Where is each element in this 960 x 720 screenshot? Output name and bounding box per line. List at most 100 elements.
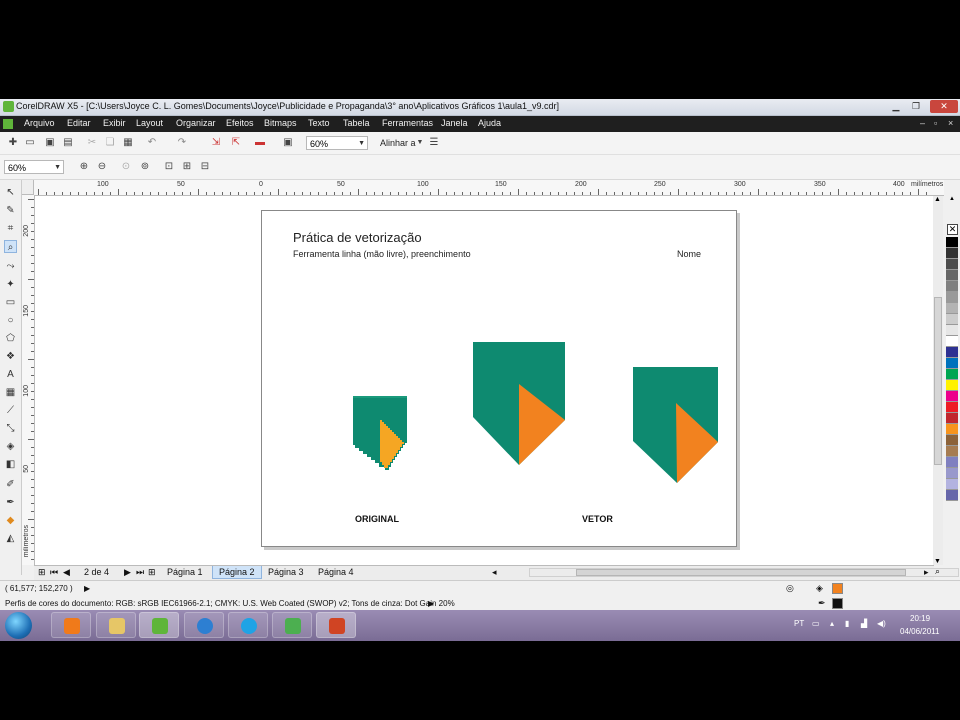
- coreldraw-app-icon[interactable]: [3, 101, 14, 112]
- color-swatch[interactable]: [946, 369, 958, 380]
- import-icon[interactable]: ⇲: [210, 137, 222, 149]
- document-page[interactable]: Prática de vetorização Ferramenta linha …: [261, 210, 737, 547]
- shape-tool-icon[interactable]: ✎: [4, 204, 17, 217]
- color-swatch[interactable]: [946, 468, 958, 479]
- menu-arquivo[interactable]: Arquivo: [24, 118, 55, 128]
- undo-icon[interactable]: ↶: [146, 137, 158, 149]
- language-indicator[interactable]: PT: [794, 619, 804, 628]
- color-swatch[interactable]: [946, 237, 958, 248]
- horizontal-scrollbar-thumb[interactable]: [576, 569, 906, 576]
- maximize-button[interactable]: ❐: [906, 100, 926, 113]
- zoom-out-icon[interactable]: ⊖: [96, 161, 108, 173]
- taskbar-internet-explorer[interactable]: [184, 612, 224, 638]
- redo-icon[interactable]: ↷: [176, 137, 188, 149]
- clock-time[interactable]: 20:19: [910, 614, 930, 623]
- signal-icon[interactable]: ▟: [861, 619, 867, 628]
- menu-texto[interactable]: Texto: [308, 118, 330, 128]
- vector-shape-large[interactable]: [473, 342, 565, 465]
- color-profile-text[interactable]: Perfis de cores do documento: RGB: sRGB …: [5, 599, 455, 608]
- horizontal-ruler[interactable]: 100 50 0 50 100 150 200 250 300 350 400 …: [34, 180, 944, 196]
- tray-arrow-icon[interactable]: ▴: [830, 619, 834, 628]
- color-swatch[interactable]: [946, 325, 958, 336]
- zoom-all-objects-icon[interactable]: ⊚: [139, 161, 151, 173]
- network-icon[interactable]: ▮: [845, 619, 849, 628]
- menu-exibir[interactable]: Exibir: [103, 118, 126, 128]
- color-swatch[interactable]: [946, 303, 958, 314]
- close-button[interactable]: ✕: [930, 100, 958, 113]
- parallel-dimension-tool-icon[interactable]: ⟋: [4, 404, 17, 417]
- menu-janela[interactable]: Janela: [441, 118, 468, 128]
- align-to-label[interactable]: Alinhar a: [380, 138, 416, 148]
- color-profile-arrow-icon[interactable]: ▶: [428, 599, 434, 608]
- polygon-tool-icon[interactable]: ⬠: [4, 332, 17, 345]
- tab-pagina-3[interactable]: Página 3: [262, 566, 310, 579]
- vertical-scrollbar[interactable]: ▲ ▼: [933, 196, 943, 565]
- vertical-scrollbar-thumb[interactable]: [934, 297, 942, 465]
- ruler-origin[interactable]: [22, 180, 34, 195]
- menu-tabela[interactable]: Tabela: [343, 118, 370, 128]
- color-swatch[interactable]: [946, 292, 958, 303]
- last-page-icon[interactable]: ⏭: [136, 567, 144, 578]
- drawing-canvas[interactable]: Prática de vetorização Ferramenta linha …: [35, 196, 933, 565]
- cut-icon[interactable]: ✂: [86, 137, 98, 149]
- application-launcher-icon[interactable]: ▬: [254, 137, 266, 149]
- open-folder-icon[interactable]: ▭: [24, 137, 36, 149]
- table-tool-icon[interactable]: ▦: [4, 386, 17, 399]
- color-swatch[interactable]: [946, 457, 958, 468]
- keyboard-icon[interactable]: ▭: [812, 619, 820, 628]
- freehand-tool-icon[interactable]: ⤳: [4, 260, 17, 273]
- taskbar-messenger[interactable]: [272, 612, 312, 638]
- tab-pagina-4[interactable]: Página 4: [312, 566, 360, 579]
- welcome-screen-icon[interactable]: ▣: [282, 137, 294, 149]
- no-color-swatch-icon[interactable]: ✕: [947, 224, 958, 235]
- coords-arrow-icon[interactable]: ▶: [84, 584, 90, 593]
- fill-color-indicator[interactable]: [832, 583, 843, 594]
- vertical-ruler[interactable]: 200 150 100 50 milímetros: [22, 195, 35, 565]
- menu-bitmaps[interactable]: Bitmaps: [264, 118, 297, 128]
- color-swatch[interactable]: [946, 259, 958, 270]
- smart-fill-tool-icon[interactable]: ✦: [4, 278, 17, 291]
- navigator-zoom-icon[interactable]: ⌕: [935, 566, 940, 577]
- taskbar-skype[interactable]: [228, 612, 268, 638]
- taskbar-media-player[interactable]: [51, 612, 91, 638]
- paste-icon[interactable]: ▦: [122, 137, 134, 149]
- basic-shapes-tool-icon[interactable]: ❖: [4, 350, 17, 363]
- color-swatch[interactable]: [946, 435, 958, 446]
- pick-tool-icon[interactable]: ↖: [4, 186, 17, 199]
- volume-icon[interactable]: ◀): [877, 619, 886, 628]
- rectangle-tool-icon[interactable]: ▭: [4, 296, 17, 309]
- text-tool-icon[interactable]: A: [4, 368, 17, 381]
- vector-shape-traced[interactable]: [633, 367, 718, 483]
- zoom-selected-icon[interactable]: ⊙: [120, 161, 132, 173]
- color-swatch[interactable]: [946, 402, 958, 413]
- zoom-in-icon[interactable]: ⊕: [78, 161, 90, 173]
- color-swatch[interactable]: [946, 270, 958, 281]
- color-swatch[interactable]: [946, 391, 958, 402]
- previous-page-icon[interactable]: ◀: [63, 567, 70, 578]
- doc-restore-icon[interactable]: ▫: [934, 118, 937, 128]
- save-icon[interactable]: ▣: [44, 137, 56, 149]
- zoom-height-icon[interactable]: ⊟: [199, 161, 211, 173]
- doc-close-icon[interactable]: ×: [948, 118, 953, 128]
- ellipse-tool-icon[interactable]: ○: [4, 314, 17, 327]
- menu-efeitos[interactable]: Efeitos: [226, 118, 254, 128]
- connector-tool-icon[interactable]: ⤡: [4, 422, 17, 435]
- taskbar-powerpoint[interactable]: [316, 612, 356, 638]
- taskbar-explorer[interactable]: [96, 612, 136, 638]
- zoom-width-icon[interactable]: ⊞: [181, 161, 193, 173]
- tab-pagina-2[interactable]: Página 2: [212, 566, 262, 579]
- color-swatch[interactable]: [946, 446, 958, 457]
- options-icon[interactable]: ☰: [428, 137, 440, 149]
- scroll-right-icon[interactable]: ▸: [924, 567, 929, 578]
- fill-tool-icon[interactable]: ◆: [4, 514, 17, 527]
- align-dropdown-icon[interactable]: ▼: [414, 137, 426, 149]
- color-swatch[interactable]: [946, 490, 958, 501]
- menu-ferramentas[interactable]: Ferramentas: [382, 118, 433, 128]
- menu-ajuda[interactable]: Ajuda: [478, 118, 501, 128]
- color-swatch[interactable]: [946, 281, 958, 292]
- outline-pen-tool-icon[interactable]: ✒: [4, 496, 17, 509]
- export-icon[interactable]: ⇱: [230, 137, 242, 149]
- doc-minimize-icon[interactable]: –: [920, 118, 925, 128]
- zoom-levels-select[interactable]: 60% ▼: [4, 160, 64, 174]
- next-page-icon[interactable]: ▶: [124, 567, 131, 578]
